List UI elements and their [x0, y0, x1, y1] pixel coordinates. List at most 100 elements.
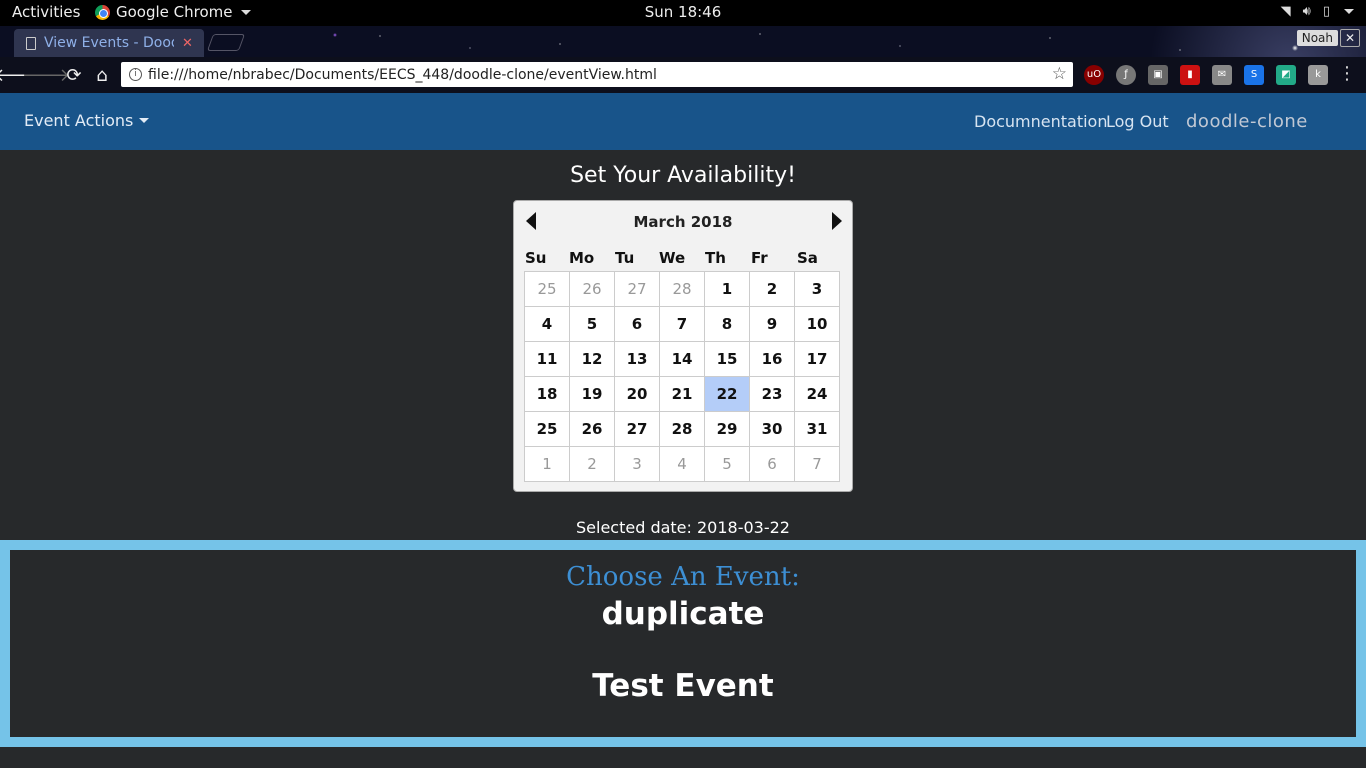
calendar-day[interactable]: 14	[659, 341, 705, 377]
extension-s-icon[interactable]: S	[1244, 65, 1264, 85]
calendar-day[interactable]: 21	[659, 376, 705, 412]
calendar-week: 11 12 13 14 15 16 17	[524, 341, 840, 377]
calendar-day[interactable]: 13	[614, 341, 660, 377]
document-icon	[26, 36, 36, 50]
extensions-area: uO ƒ ▣ ▮ ✉ S ◩ k	[1084, 65, 1328, 85]
event-actions-label: Event Actions	[24, 111, 134, 130]
calendar-grid: 25 26 27 28 1 2 3 4 5 6 7 8 9 10 11 12 1…	[524, 271, 840, 482]
calendar-day[interactable]: 30	[749, 411, 795, 447]
app-menu-label: Google Chrome	[116, 3, 233, 21]
event-actions-dropdown[interactable]: Event Actions	[24, 111, 150, 130]
weekday-label: Th	[705, 249, 726, 267]
calendar-day[interactable]: 7	[794, 446, 840, 482]
calendar-day[interactable]: 5	[704, 446, 750, 482]
calendar-day[interactable]: 6	[749, 446, 795, 482]
forward-icon[interactable]: 🡒	[22, 61, 70, 89]
calendar-day[interactable]: 8	[704, 306, 750, 342]
calendar-day[interactable]: 2	[569, 446, 615, 482]
next-month-icon[interactable]	[832, 212, 842, 230]
bookmark-star-icon[interactable]: ☆	[1052, 64, 1067, 84]
extension-chart-icon[interactable]: ◩	[1276, 65, 1296, 85]
calendar-day[interactable]: 27	[614, 271, 660, 307]
calendar-day[interactable]: 29	[704, 411, 750, 447]
new-tab-button[interactable]	[206, 34, 246, 51]
extension-mail-icon[interactable]: ✉	[1212, 65, 1232, 85]
weekday-label: Su	[525, 249, 547, 267]
calendar-day[interactable]: 5	[569, 306, 615, 342]
calendar-day[interactable]: 12	[569, 341, 615, 377]
calendar-day[interactable]: 24	[794, 376, 840, 412]
calendar-day[interactable]: 18	[524, 376, 570, 412]
home-icon[interactable]: ⌂	[88, 61, 116, 89]
tab-title: View Events - Dood	[44, 35, 174, 51]
battery-icon: ▯	[1322, 4, 1330, 19]
calendar-day[interactable]: 19	[569, 376, 615, 412]
caret-down-icon	[240, 9, 251, 15]
calendar-day[interactable]: 31	[794, 411, 840, 447]
extension-f-icon[interactable]: ƒ	[1116, 65, 1136, 85]
calendar-day[interactable]: 25	[524, 411, 570, 447]
close-tab-icon[interactable]: ✕	[182, 36, 193, 51]
calendar-day[interactable]: 27	[614, 411, 660, 447]
calendar-day-selected[interactable]: 22	[704, 376, 750, 412]
app-menu[interactable]: Google Chrome	[95, 3, 251, 21]
weekday-label: Sa	[797, 249, 818, 267]
brand-logo-text: doodle-clone	[1186, 111, 1308, 132]
calendar-day[interactable]: 1	[704, 271, 750, 307]
event-list: Choose An Event: duplicate Test Event	[10, 550, 1356, 737]
logout-link[interactable]: Log Out	[1106, 112, 1169, 131]
calendar-day[interactable]: 10	[794, 306, 840, 342]
month-label: March 2018	[633, 213, 733, 231]
calendar-day[interactable]: 28	[659, 411, 705, 447]
reload-icon[interactable]: ⟳	[60, 61, 88, 89]
calendar-day[interactable]: 16	[749, 341, 795, 377]
caret-down-icon	[139, 118, 150, 123]
calendar-day[interactable]: 25	[524, 271, 570, 307]
info-icon[interactable]: i	[129, 68, 142, 81]
calendar-day[interactable]: 1	[524, 446, 570, 482]
weekday-label: We	[659, 249, 686, 267]
extension-red-icon[interactable]: ▮	[1180, 65, 1200, 85]
calendar-day[interactable]: 3	[614, 446, 660, 482]
event-item-test-event[interactable]: Test Event	[10, 668, 1356, 704]
calendar-week: 1 2 3 4 5 6 7	[524, 446, 840, 482]
window-close-button[interactable]: ✕	[1340, 29, 1360, 47]
url-text[interactable]: file:///home/nbrabec/Documents/EECS_448/…	[148, 67, 657, 83]
documentation-link[interactable]: Documnentation	[974, 112, 1107, 131]
calendar-day[interactable]: 2	[749, 271, 795, 307]
calendar-day[interactable]: 6	[614, 306, 660, 342]
calendar-day[interactable]: 3	[794, 271, 840, 307]
calendar-day[interactable]: 20	[614, 376, 660, 412]
calendar-day[interactable]: 11	[524, 341, 570, 377]
selected-date-text: Selected date: 2018-03-22	[576, 518, 790, 537]
extension-k-icon[interactable]: k	[1308, 65, 1328, 85]
brand-logo[interactable]: doodle-clone	[1186, 111, 1308, 132]
calendar-week: 18 19 20 21 22 23 24	[524, 376, 840, 412]
calendar-day[interactable]: 26	[569, 411, 615, 447]
profile-button[interactable]: Noah	[1296, 30, 1338, 46]
calendar-day[interactable]: 9	[749, 306, 795, 342]
event-list-title: Choose An Event:	[566, 562, 800, 592]
calendar-week: 25 26 27 28 29 30 31	[524, 411, 840, 447]
event-item-duplicate[interactable]: duplicate	[10, 596, 1356, 632]
calendar-day[interactable]: 7	[659, 306, 705, 342]
tab-view-events[interactable]: View Events - Dood ✕	[14, 29, 204, 57]
calendar-day[interactable]: 17	[794, 341, 840, 377]
chrome-menu-icon[interactable]: ⋮	[1338, 63, 1356, 84]
volume-icon: 🔊︎	[1302, 4, 1311, 19]
page-title: Set Your Availability!	[570, 163, 796, 188]
activities-button[interactable]: Activities	[12, 3, 80, 21]
chrome-icon	[95, 4, 110, 20]
calendar-day[interactable]: 4	[524, 306, 570, 342]
calendar-day[interactable]: 4	[659, 446, 705, 482]
theme-background	[0, 26, 1366, 57]
address-bar[interactable]: i file:///home/nbrabec/Documents/EECS_44…	[121, 62, 1073, 87]
calendar-day[interactable]: 28	[659, 271, 705, 307]
ublock-icon[interactable]: uO	[1084, 65, 1104, 85]
calendar-day[interactable]: 15	[704, 341, 750, 377]
calendar-day[interactable]: 26	[569, 271, 615, 307]
calendar-day[interactable]: 23	[749, 376, 795, 412]
extension-gray-icon[interactable]: ▣	[1148, 65, 1168, 85]
system-tray[interactable]: ◥ 🔊︎ ▯	[1281, 4, 1354, 19]
calendar-week: 25 26 27 28 1 2 3	[524, 271, 840, 307]
